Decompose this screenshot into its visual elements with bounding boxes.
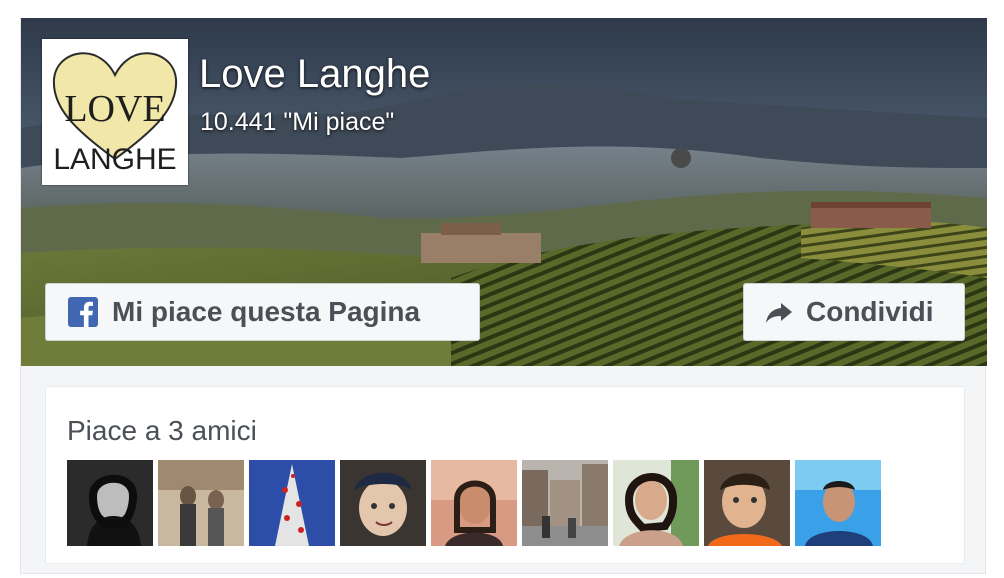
logo-text-bottom: LANGHE (53, 143, 176, 176)
friend-avatar-1[interactable] (67, 460, 153, 546)
page-likes-count: 10.441 "Mi piace" (200, 108, 395, 136)
friend-avatar-3[interactable] (249, 460, 335, 546)
friend-avatar-4[interactable] (340, 460, 426, 546)
share-button[interactable]: Condividi (743, 283, 965, 341)
share-button-label: Condividi (806, 296, 934, 327)
friend-avatar-8[interactable] (704, 460, 790, 546)
friend-avatar-5[interactable] (431, 460, 517, 546)
facebook-f-icon (68, 297, 98, 327)
logo-text-top: LOVE (64, 88, 165, 130)
friend-avatar-6[interactable] (522, 460, 608, 546)
facebook-page-plugin: LOVE LANGHE Love Langhe 10.441 "Mi piace… (20, 18, 987, 574)
friend-avatar-list (67, 460, 881, 546)
like-page-button[interactable]: Mi piace questa Pagina (45, 283, 480, 341)
like-button-label: Mi piace questa Pagina (112, 296, 421, 327)
heart-logo-icon: LOVE LANGHE (44, 41, 186, 183)
friend-avatar-9[interactable] (795, 460, 881, 546)
friends-facepile: Piace a 3 amici (45, 386, 965, 564)
friends-like-label: Piace a 3 amici (67, 415, 257, 446)
cover-photo[interactable]: LOVE LANGHE Love Langhe 10.441 "Mi piace… (21, 18, 987, 366)
page-logo[interactable]: LOVE LANGHE (42, 39, 188, 185)
share-arrow-icon (764, 297, 794, 327)
friend-avatar-7[interactable] (613, 460, 699, 546)
page-title[interactable]: Love Langhe (199, 52, 430, 97)
friend-avatar-2[interactable] (158, 460, 244, 546)
